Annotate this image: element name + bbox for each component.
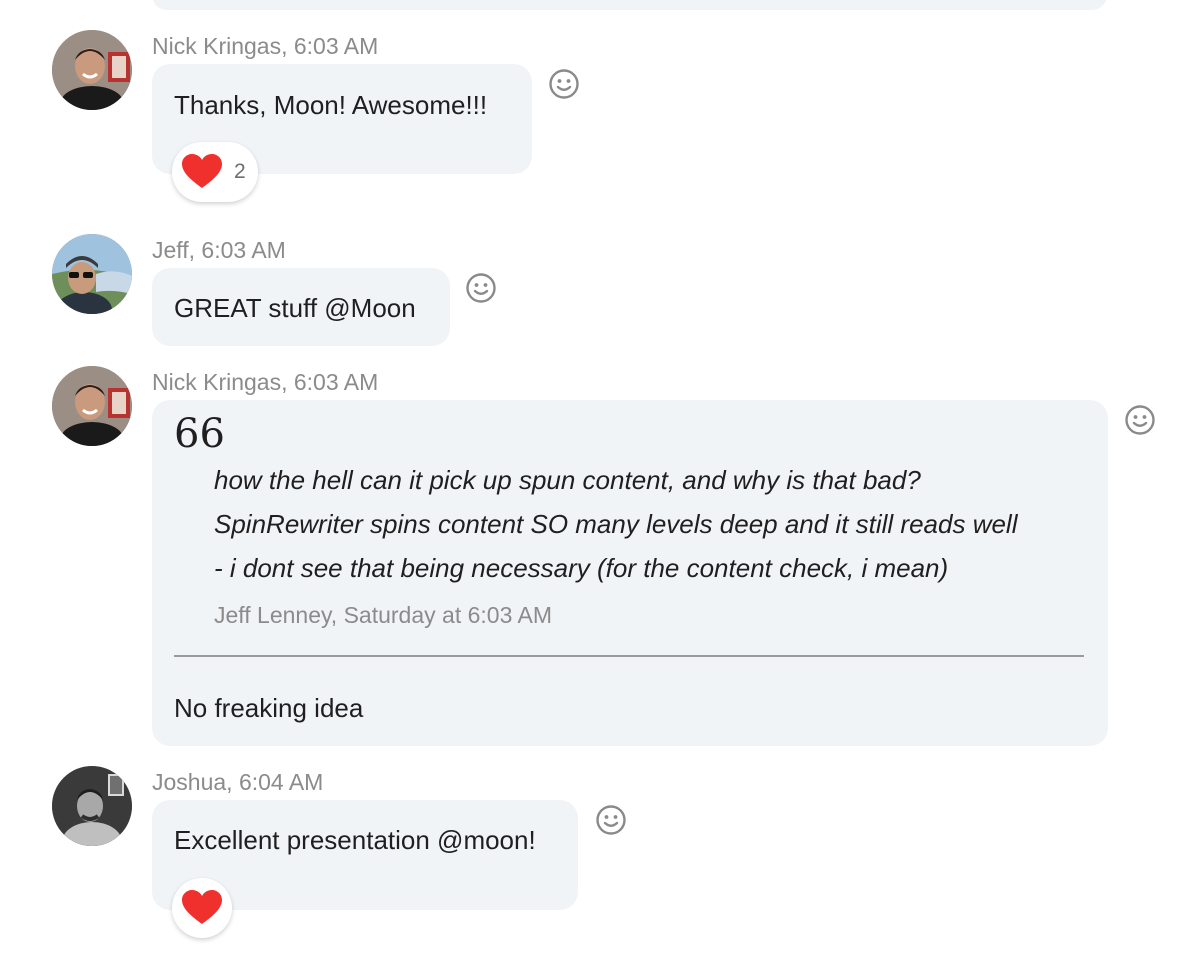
avatar[interactable] [52,366,132,446]
message-text: Excellent presentation @moon! [174,825,536,855]
heart-icon [182,890,222,924]
quote-line: SpinRewriter spins content SO many level… [214,509,1018,539]
message-text: No freaking idea [174,693,364,723]
message-bubble: 66 how the hell can it pick up spun cont… [152,400,1108,746]
add-reaction-icon[interactable] [1124,404,1156,436]
message-text: GREAT stuff @Moon [174,293,416,323]
avatar[interactable] [52,30,132,110]
reaction-heart[interactable]: 2 [172,142,258,202]
message-meta: Jeff, 6:03 AM [152,237,286,263]
quote-line: - i dont see that being necessary (for t… [214,553,949,583]
reaction-heart[interactable] [172,878,232,938]
quote-line: how the hell can it pick up spun content… [214,465,921,495]
quote-attribution: Jeff Lenney, Saturday at 6:03 AM [214,602,552,628]
avatar[interactable] [52,234,132,314]
message-meta: Nick Kringas, 6:03 AM [152,33,379,59]
quote-mark-icon: 66 [174,411,225,457]
reaction-count: 2 [234,160,246,183]
message-bubble: GREAT stuff @Moon [152,268,450,346]
add-reaction-icon[interactable] [465,272,497,304]
add-reaction-icon[interactable] [548,68,580,100]
quote-divider [174,655,1084,657]
message-text: Thanks, Moon! Awesome!!! [174,90,488,120]
message-meta: Nick Kringas, 6:03 AM [152,369,379,395]
heart-icon [182,154,222,188]
avatar[interactable] [52,766,132,846]
chat-thread: Nick Kringas, 6:03 AM Thanks, Moon! Awes… [0,0,1180,970]
message-meta: Joshua, 6:04 AM [152,769,324,795]
previous-message-bubble [152,0,1107,10]
add-reaction-icon[interactable] [595,804,627,836]
